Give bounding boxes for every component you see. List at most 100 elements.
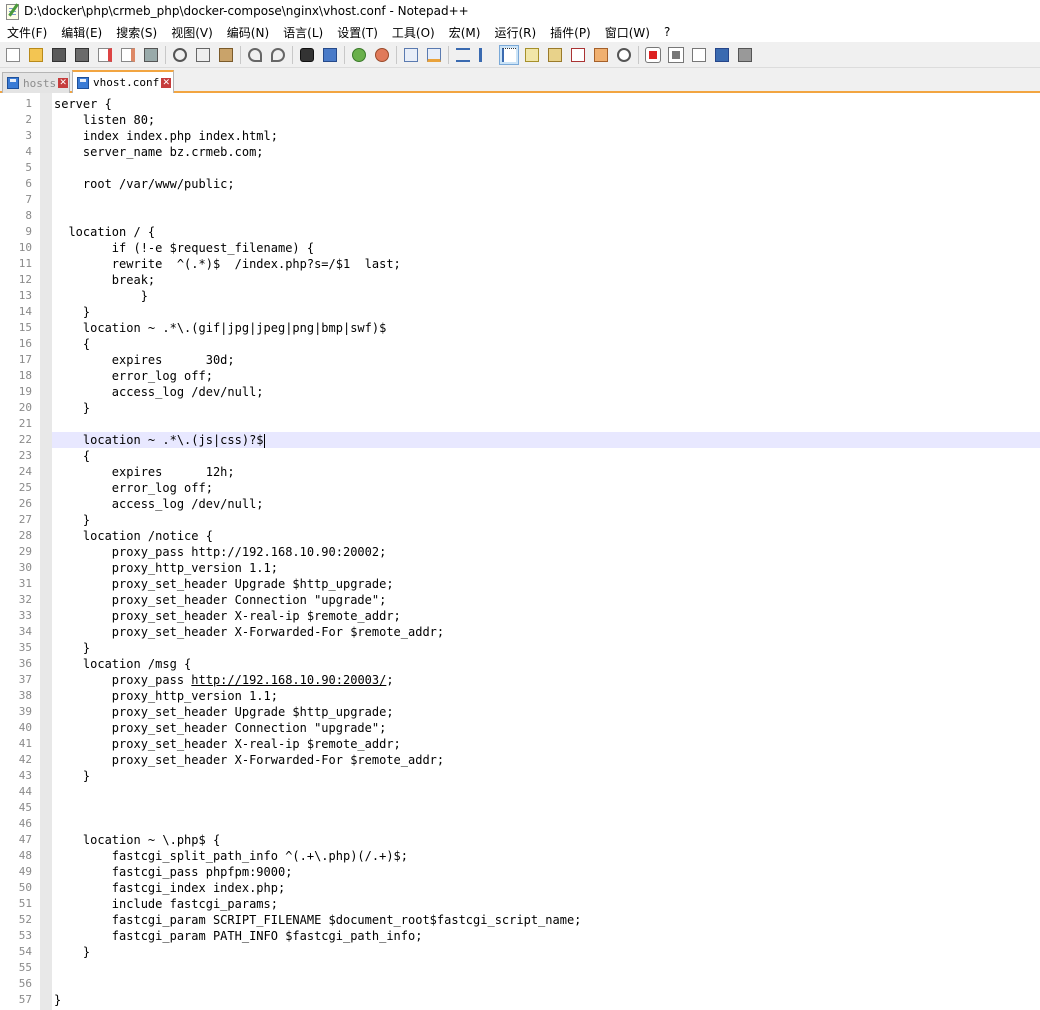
undo-button[interactable] [245, 45, 265, 65]
code-area[interactable]: server { listen 80; index index.php inde… [52, 96, 1040, 1008]
line-number: 32 [18, 593, 32, 606]
code-line: fastcgi_pass phpfpm:9000; [54, 865, 293, 879]
zoom-out-button[interactable] [372, 45, 392, 65]
code-line: location ~ .*\.(js|css)?$ [52, 432, 1040, 448]
show-all-chars-button[interactable] [476, 45, 496, 65]
user-language-button[interactable] [522, 45, 542, 65]
monitoring-button[interactable] [614, 45, 634, 65]
menu-item[interactable]: 宏(M) [442, 24, 488, 41]
play-macro-button[interactable] [689, 45, 709, 65]
tab-vhost-conf[interactable]: vhost.conf ✕ [72, 70, 174, 93]
sync-vertical-button[interactable] [401, 45, 421, 65]
close-button[interactable] [95, 45, 115, 65]
line-number: 25 [18, 481, 32, 494]
word-wrap-button[interactable] [453, 45, 473, 65]
menu-item[interactable]: 工具(O) [385, 24, 442, 41]
line-number: 51 [18, 897, 32, 910]
code-line: fastcgi_split_path_info ^(.+\.php)(/.+)$… [54, 849, 409, 863]
close-all-button[interactable] [118, 45, 138, 65]
sync-vertical-icon [404, 47, 418, 62]
line-number: 30 [18, 561, 32, 574]
code-line: include fastcgi_params; [54, 897, 278, 911]
code-line: } [54, 513, 91, 527]
save-button[interactable] [49, 45, 69, 65]
word-wrap-icon [456, 47, 470, 62]
code-line: proxy_set_header Upgrade $http_upgrade; [54, 705, 394, 719]
find-icon [300, 47, 314, 62]
line-number: 23 [18, 449, 32, 462]
find-button[interactable] [297, 45, 317, 65]
save-macro-button[interactable] [735, 45, 755, 65]
code-line: break; [54, 273, 156, 287]
menu-item[interactable]: 视图(V) [164, 24, 220, 41]
record-macro-button[interactable] [643, 45, 663, 65]
line-number: 46 [18, 817, 32, 830]
line-number: 3 [25, 129, 32, 142]
line-number: 14 [18, 305, 32, 318]
save-icon [52, 47, 66, 62]
line-number: 8 [25, 209, 32, 222]
document-map-button[interactable] [545, 45, 565, 65]
line-number: 27 [18, 513, 32, 526]
line-number: 10 [18, 241, 32, 254]
function-list-icon [571, 47, 585, 62]
code-line: proxy_set_header X-real-ip $remote_addr; [54, 609, 401, 623]
menu-item[interactable]: 编码(N) [220, 24, 276, 41]
line-number: 39 [18, 705, 32, 718]
tab-hosts[interactable]: hosts ✕ [2, 72, 70, 93]
line-number: 42 [18, 753, 32, 766]
line-number: 17 [18, 353, 32, 366]
stop-macro-button[interactable] [666, 45, 686, 65]
indent-guide-icon [502, 47, 516, 62]
indent-guide-button[interactable] [499, 44, 519, 65]
save-all-button[interactable] [72, 45, 92, 65]
line-number: 47 [18, 833, 32, 846]
code-line: error_log off; [54, 481, 213, 495]
sync-horizontal-button[interactable] [424, 45, 444, 65]
save-macro-icon [738, 47, 752, 62]
menu-item[interactable]: ? [657, 25, 677, 39]
cut-button[interactable] [170, 45, 190, 65]
zoom-in-button[interactable] [349, 45, 369, 65]
menu-item[interactable]: 编辑(E) [54, 24, 109, 41]
run-macro-multiple-button[interactable] [712, 45, 732, 65]
function-list-button[interactable] [568, 45, 588, 65]
line-number: 11 [18, 257, 32, 270]
line-number: 21 [18, 417, 32, 430]
menu-item[interactable]: 搜索(S) [109, 24, 164, 41]
code-editor[interactable]: 1 2 3 4 5 6 7 8 9 10 11 12 13 14 15 16 17 18 19 20 21 22 23 24 2… [0, 93, 1040, 1010]
code-line: expires 30d; [54, 353, 235, 367]
line-number: 43 [18, 769, 32, 782]
menu-bar: 文件(F) 编辑(E) 搜索(S) 视图(V) 编码(N) 语言(L) 设置(T) 工具(O)… [0, 22, 1040, 42]
code-line: proxy_set_header X-real-ip $remote_addr; [54, 737, 401, 751]
replace-button[interactable] [320, 45, 340, 65]
menu-item[interactable]: 运行(R) [487, 24, 543, 41]
line-number: 55 [18, 961, 32, 974]
code-line: proxy_set_header Connection "upgrade"; [54, 721, 387, 735]
copy-button[interactable] [193, 45, 213, 65]
folder-as-workspace-button[interactable] [591, 45, 611, 65]
close-tab-icon[interactable]: ✕ [58, 78, 69, 88]
paste-button[interactable] [216, 45, 236, 65]
menu-item[interactable]: 插件(P) [543, 24, 598, 41]
close-tab-icon[interactable]: ✕ [161, 77, 172, 88]
save-all-icon [75, 47, 89, 62]
redo-button[interactable] [268, 45, 288, 65]
menu-item[interactable]: 语言(L) [276, 24, 330, 41]
menu-item[interactable]: 窗口(W) [598, 24, 657, 41]
line-number: 20 [18, 401, 32, 414]
line-number: 35 [18, 641, 32, 654]
url-link[interactable]: http://192.168.10.90:20003/ [191, 673, 386, 687]
menu-item[interactable]: 文件(F) [0, 24, 54, 41]
open-file-button[interactable] [26, 45, 46, 65]
line-number: 38 [18, 689, 32, 702]
line-number: 33 [18, 609, 32, 622]
line-number: 45 [18, 801, 32, 814]
code-line: proxy_pass http://192.168.10.90:20002; [54, 545, 387, 559]
code-line: proxy_set_header X-Forwarded-For $remote… [54, 625, 445, 639]
new-file-button[interactable] [3, 45, 23, 65]
print-button[interactable] [141, 45, 161, 65]
menu-item[interactable]: 设置(T) [330, 24, 385, 41]
